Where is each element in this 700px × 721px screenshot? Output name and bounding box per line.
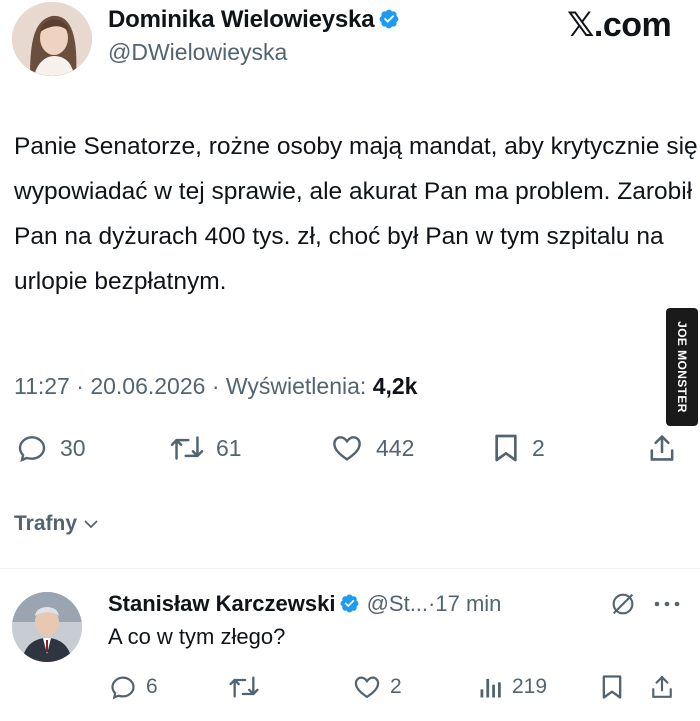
reply-author-handle[interactable]: @St... [367,591,428,616]
author-name-text[interactable]: Dominika Wielowieyska [108,6,375,33]
post-meta: 11:27 · 20.06.2026 · Wyświetlenia: 4,2k [14,373,417,400]
post-date[interactable]: 20.06.2026 [90,373,205,399]
grok-button[interactable] [608,590,638,623]
divider [0,568,700,569]
reply-author-avatar[interactable] [12,592,82,662]
reply-like-count: 2 [390,675,402,698]
reply-icon [111,676,135,700]
bookmark-icon [495,434,517,462]
reply-count: 30 [60,434,86,461]
reply-bookmark-button[interactable] [600,673,624,701]
share-icon [650,435,674,461]
reply-header: Stanisław Karczewski @St...·17 min [108,591,501,617]
author-avatar-image [12,2,92,76]
share-button[interactable] [648,432,676,464]
repost-count: 61 [216,434,242,461]
bookmark-icon [602,675,622,699]
repost-button[interactable]: 61 [170,432,242,464]
like-icon [333,436,361,461]
reply-time[interactable]: 17 min [435,591,501,616]
chevron-down-icon [84,520,98,529]
sort-dropdown[interactable]: Trafny [14,512,99,536]
views-label: Wyświetlenia: [225,373,367,399]
reply-share-button[interactable] [650,673,674,701]
x-logo-mark: 𝕏 [567,5,594,45]
post-text: Panie Senatorze, rożne osoby mają mandat… [14,133,698,295]
reply-reply-button[interactable]: 6 [108,673,158,701]
repost-icon [170,436,204,460]
reply-icon [18,436,46,463]
meta-separator: · [211,373,226,399]
author-name[interactable]: Dominika Wielowieyska [108,6,400,34]
more-icon [654,601,680,607]
reply-author-name[interactable]: Stanisław Karczewski [108,591,335,616]
author-avatar[interactable] [12,2,92,76]
repost-icon [229,676,259,698]
meta-separator: · [76,373,91,399]
reply-reply-count: 6 [146,675,158,698]
reply-avatar-image [12,592,82,662]
reply-views-button[interactable]: 219 [478,673,547,701]
watermark-text: JOE MONSTER [675,321,689,413]
reply-text: A co w tym złego? [108,624,286,649]
reply-views-count: 219 [512,675,548,698]
verified-badge-icon [340,594,359,613]
author-handle[interactable]: @DWielowieyska [108,39,287,66]
reply-like-button[interactable]: 2 [352,673,402,701]
bookmark-button[interactable]: 2 [492,432,545,464]
post-time[interactable]: 11:27 [14,373,70,399]
verified-badge-icon [379,9,399,29]
reply-repost-button[interactable] [228,673,268,701]
watermark: JOE MONSTER [666,308,698,426]
like-button[interactable]: 442 [330,432,414,464]
more-button[interactable] [652,592,682,621]
sort-label: Trafny [14,512,78,535]
like-icon [354,676,380,699]
share-icon [652,676,672,698]
views-icon [480,678,501,698]
site-logo: 𝕏.com [567,5,672,45]
like-count: 442 [376,434,415,461]
x-logo-suffix: .com [593,6,672,44]
grok-icon [612,593,634,615]
reply-button[interactable]: 30 [16,432,86,464]
views-count: 4,2k [372,373,418,399]
bookmark-count: 2 [532,434,545,461]
